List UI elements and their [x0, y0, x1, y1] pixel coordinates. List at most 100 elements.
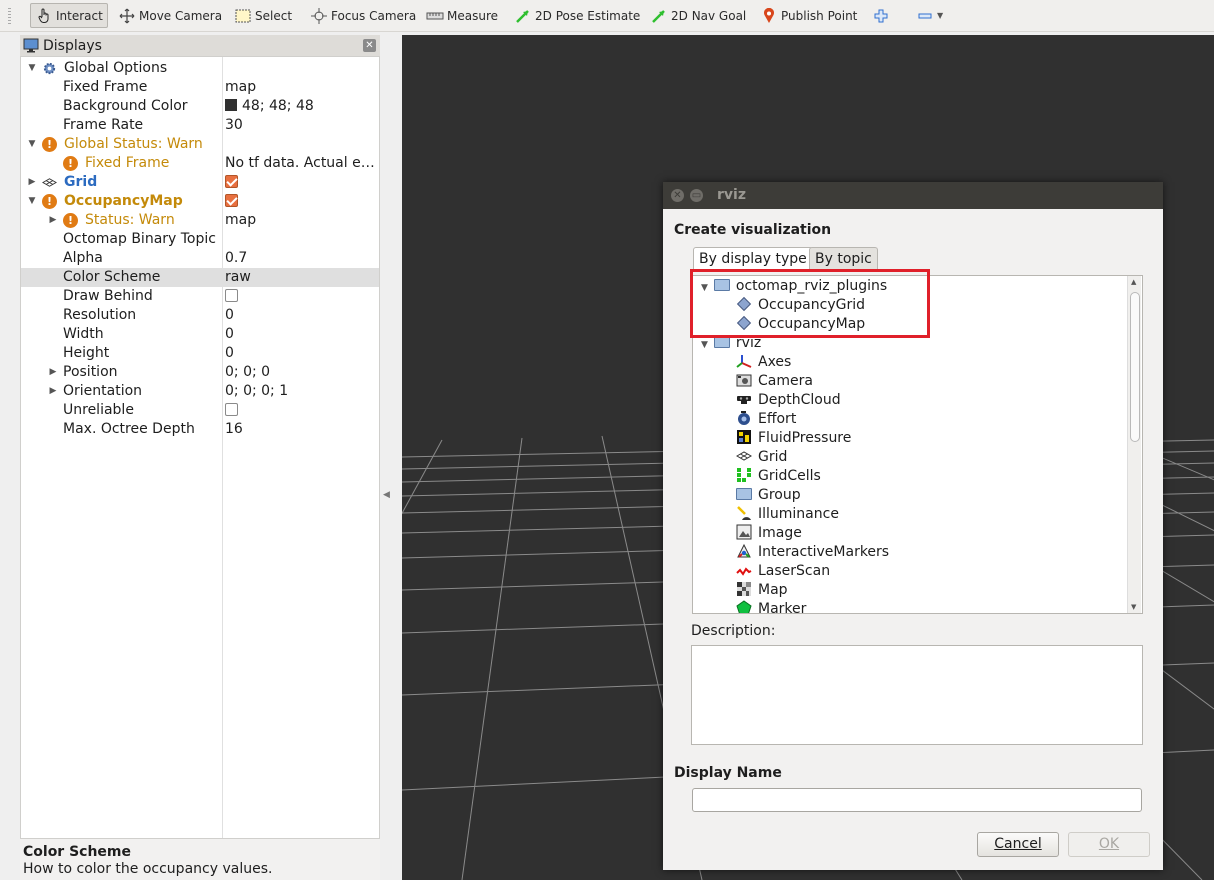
background-color-value: 48; 48; 48: [242, 98, 314, 114]
row-value[interactable]: 0.7: [225, 249, 377, 268]
row-value[interactable]: [225, 287, 377, 306]
pose-estimate-tool-button[interactable]: 2D Pose Estimate: [510, 3, 644, 28]
list-item-fluidpressure[interactable]: FluidPressure: [736, 429, 851, 448]
remove-tool-button[interactable]: ▼: [912, 3, 947, 28]
expand-arrow-icon[interactable]: ▼: [26, 135, 38, 154]
collapse-arrow-icon[interactable]: ▶: [47, 363, 59, 382]
tree-row-max-octree-depth[interactable]: Max. Octree Depth 16: [21, 420, 379, 439]
tree-row-frame-rate[interactable]: Frame Rate 30: [21, 116, 379, 135]
list-group-octomap-rviz-plugins[interactable]: ▼ octomap_rviz_plugins: [701, 277, 887, 296]
row-value[interactable]: map: [225, 78, 377, 97]
enabled-checkbox[interactable]: [225, 175, 238, 188]
move-camera-tool-button[interactable]: Move Camera: [114, 3, 226, 28]
draw-behind-checkbox[interactable]: [225, 289, 238, 302]
expand-arrow-icon[interactable]: ▼: [26, 192, 38, 211]
list-item-illuminance[interactable]: Illuminance: [736, 505, 839, 524]
list-item-grid[interactable]: Grid: [735, 448, 787, 467]
list-item-gridcells[interactable]: GridCells: [736, 467, 821, 486]
list-item-axes[interactable]: Axes: [736, 353, 791, 372]
tree-row-background-color[interactable]: Background Color 48; 48; 48: [21, 97, 379, 116]
list-item-image[interactable]: Image: [736, 524, 802, 543]
collapse-arrow-icon[interactable]: ▶: [26, 173, 38, 192]
collapse-arrow-icon[interactable]: ▶: [47, 211, 59, 230]
row-name: Orientation: [63, 383, 143, 399]
expand-arrow-icon[interactable]: ▼: [26, 59, 38, 78]
list-item-effort[interactable]: Effort: [736, 410, 796, 429]
list-item-occupancymap[interactable]: OccupancyMap: [736, 315, 865, 334]
toolbar-grip[interactable]: [8, 8, 11, 24]
tree-row-color-scheme[interactable]: Color Scheme raw: [21, 268, 379, 287]
row-value[interactable]: raw: [225, 268, 377, 287]
tree-row-resolution[interactable]: Resolution 0: [21, 306, 379, 325]
row-value[interactable]: [225, 401, 377, 420]
tree-row-unreliable[interactable]: Unreliable: [21, 401, 379, 420]
list-item-depthcloud[interactable]: DepthCloud: [736, 391, 841, 410]
panel-splitter[interactable]: [380, 35, 402, 880]
tree-row-status-fixed-frame[interactable]: ! Fixed Frame No tf data. Actual e…: [21, 154, 379, 173]
tree-row-width[interactable]: Width 0: [21, 325, 379, 344]
row-value[interactable]: 30: [225, 116, 377, 135]
row-value[interactable]: 0: [225, 344, 377, 363]
row-value[interactable]: 0: [225, 306, 377, 325]
tree-row-global-status[interactable]: ▼ ! Global Status: Warn: [21, 135, 379, 154]
tab-by-display-type[interactable]: By display type: [693, 247, 813, 272]
ok-button[interactable]: OK: [1068, 832, 1150, 857]
minimize-icon[interactable]: ▭: [690, 189, 703, 202]
chevron-up-icon[interactable]: ▲: [1131, 278, 1136, 286]
measure-tool-button[interactable]: Measure: [422, 3, 502, 28]
close-icon[interactable]: ✕: [363, 39, 376, 52]
tree-row-global-options[interactable]: ▼ Global Options: [21, 59, 379, 78]
chevron-left-icon[interactable]: ◀: [383, 490, 390, 500]
row-value[interactable]: 0; 0; 0: [225, 363, 377, 382]
list-item-occupancygrid[interactable]: OccupancyGrid: [736, 296, 865, 315]
tree-row-draw-behind[interactable]: Draw Behind: [21, 287, 379, 306]
list-scrollbar[interactable]: ▲ ▼: [1127, 276, 1141, 613]
dialog-titlebar[interactable]: ✕ ▭ rviz: [663, 182, 1163, 209]
item-label: OccupancyGrid: [758, 297, 865, 313]
publish-point-tool-button[interactable]: Publish Point: [756, 3, 861, 28]
expand-arrow-icon[interactable]: ▼: [701, 340, 708, 350]
tree-row-occupancymap[interactable]: ▼ ! OccupancyMap: [21, 192, 379, 211]
select-tool-button[interactable]: Select: [230, 3, 296, 28]
row-value[interactable]: [225, 192, 377, 211]
tab-by-topic[interactable]: By topic: [809, 247, 878, 271]
unreliable-checkbox[interactable]: [225, 403, 238, 416]
close-icon[interactable]: ✕: [671, 189, 684, 202]
row-name: Position: [63, 364, 118, 380]
list-item-group[interactable]: Group: [736, 486, 801, 505]
row-name: Fixed Frame: [63, 79, 148, 95]
list-item-camera[interactable]: Camera: [736, 372, 813, 391]
list-item-map[interactable]: Map: [736, 581, 788, 600]
row-value[interactable]: [225, 173, 377, 192]
tree-row-orientation[interactable]: ▶ Orientation 0; 0; 0; 1: [21, 382, 379, 401]
tree-row-alpha[interactable]: Alpha 0.7: [21, 249, 379, 268]
list-group-rviz[interactable]: ▼ rviz: [701, 334, 761, 353]
chevron-down-icon[interactable]: ▼: [1131, 603, 1136, 611]
tree-row-fixed-frame[interactable]: Fixed Frame map: [21, 78, 379, 97]
displays-title: Displays: [43, 37, 102, 54]
cancel-button[interactable]: Cancel: [977, 832, 1059, 857]
row-value[interactable]: 16: [225, 420, 377, 439]
row-value[interactable]: 0; 0; 0; 1: [225, 382, 377, 401]
row-name: Global Options: [64, 60, 168, 76]
focus-camera-tool-button[interactable]: Focus Camera: [306, 3, 420, 28]
tree-row-octomap-topic[interactable]: Octomap Binary Topic: [21, 230, 379, 249]
list-item-marker[interactable]: Marker: [736, 600, 806, 613]
list-item-laserscan[interactable]: LaserScan: [736, 562, 830, 581]
row-value[interactable]: 48; 48; 48: [225, 97, 377, 116]
display-name-input[interactable]: [692, 788, 1142, 812]
nav-goal-tool-button[interactable]: 2D Nav Goal: [646, 3, 750, 28]
tree-row-position[interactable]: ▶ Position 0; 0; 0: [21, 363, 379, 382]
list-item-interactivemarkers[interactable]: InteractiveMarkers: [736, 543, 889, 562]
collapse-arrow-icon[interactable]: ▶: [47, 382, 59, 401]
tree-row-grid[interactable]: ▶ Grid: [21, 173, 379, 192]
row-value[interactable]: 0: [225, 325, 377, 344]
tree-row-height[interactable]: Height 0: [21, 344, 379, 363]
row-name: Alpha: [63, 250, 103, 266]
enabled-checkbox[interactable]: [225, 194, 238, 207]
expand-arrow-icon[interactable]: ▼: [701, 283, 708, 293]
interact-tool-button[interactable]: Interact: [30, 3, 108, 28]
add-tool-button[interactable]: [868, 3, 897, 28]
scrollbar-thumb[interactable]: [1130, 292, 1140, 442]
tree-row-status-warn[interactable]: ▶ ! Status: Warn map: [21, 211, 379, 230]
